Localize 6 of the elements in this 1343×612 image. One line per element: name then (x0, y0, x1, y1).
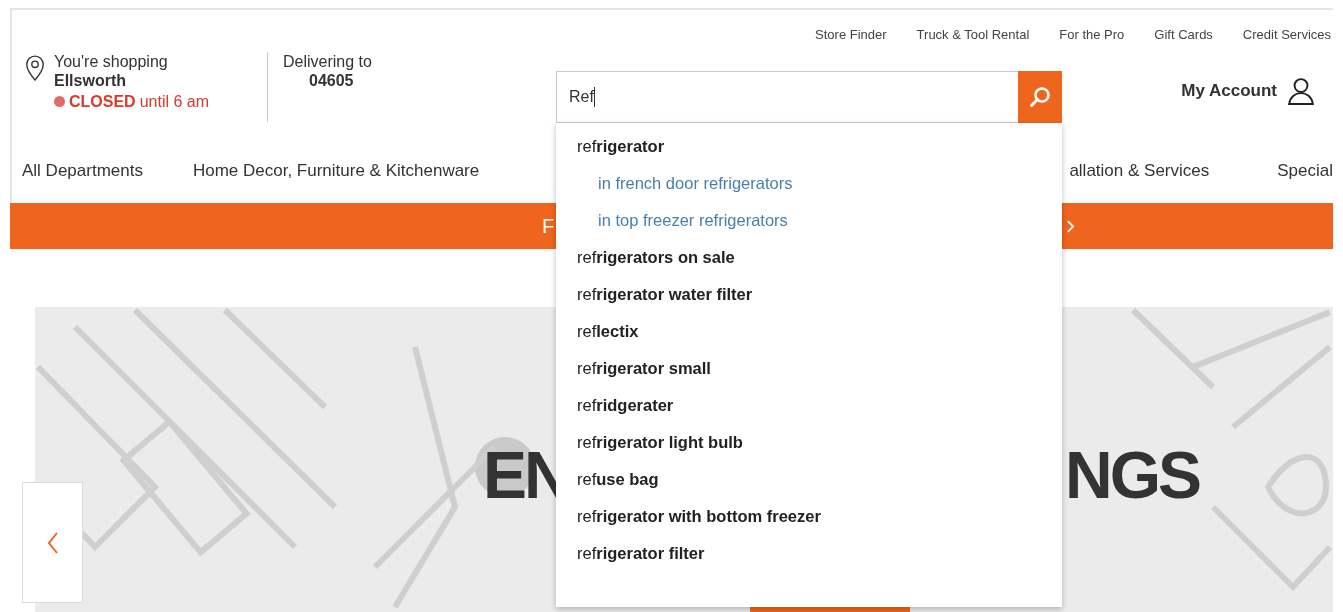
store-status: CLOSED (69, 92, 136, 111)
promo-text: F (542, 215, 555, 238)
hero-headline: NGS (1065, 442, 1200, 508)
delivery-label: Delivering to (283, 52, 373, 71)
store-label: You're shopping (54, 52, 169, 71)
store-hours: until 6 am (139, 92, 210, 111)
